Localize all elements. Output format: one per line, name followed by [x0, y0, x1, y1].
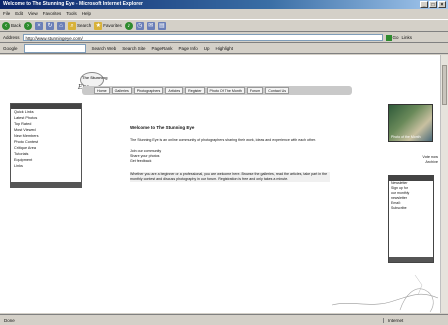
newsletter-footer [389, 257, 433, 262]
go-label: Go [392, 35, 399, 40]
back-label: Back [11, 23, 22, 28]
window-controls: _ □ × [420, 1, 446, 8]
nav-home[interactable]: Home [94, 87, 110, 94]
media-icon: ♪ [124, 21, 133, 30]
menu-edit[interactable]: Edit [15, 10, 23, 18]
search-label: Search [77, 23, 92, 28]
back-button[interactable]: ‹ Back [2, 21, 22, 30]
go-button[interactable]: Go [385, 34, 399, 41]
minimize-button[interactable]: _ [420, 1, 428, 8]
home-icon: ⌂ [57, 21, 66, 30]
nav-contact[interactable]: Contact Us [265, 87, 290, 94]
google-toolbar: Google Search Web Search Site PageRank P… [0, 44, 448, 54]
nav-articles[interactable]: Articles [165, 87, 184, 94]
google-search-web[interactable]: Search Web [92, 46, 117, 51]
links-label[interactable]: Links [402, 35, 413, 40]
home-button[interactable]: ⌂ [57, 21, 66, 30]
address-bar: Address http://www.stunningeye.com/ Go L… [0, 33, 448, 43]
sidebar-item[interactable]: Links [11, 163, 81, 169]
forward-arrow-icon: › [24, 21, 33, 30]
nav-galleries[interactable]: Galleries [111, 87, 132, 94]
mail-button[interactable]: ✉ [146, 21, 155, 30]
print-icon: ▤ [157, 21, 166, 30]
google-search-site[interactable]: Search Site [122, 46, 145, 51]
newsletter-box: Newsletter Sign up for our monthly newsl… [388, 175, 434, 263]
right-links: Vote now Archive [410, 155, 438, 165]
site-nav: Home Galleries Photographers Articles Re… [82, 86, 352, 95]
google-label: Google [3, 46, 18, 51]
menu-bar: File Edit View Favorites Tools Help [0, 10, 448, 18]
print-button[interactable]: ▤ [157, 21, 166, 30]
sidebar-footer [11, 182, 81, 187]
search-icon: ⌕ [68, 21, 77, 30]
menu-file[interactable]: File [3, 10, 10, 18]
forward-button[interactable]: › [24, 21, 33, 30]
photo-of-month-image[interactable]: Photo of the Month [388, 104, 433, 142]
menu-tools[interactable]: Tools [66, 10, 77, 18]
intro-paragraph: The Stunning Eye is an online community … [130, 138, 316, 142]
body-paragraph: Whether you are a beginner or a professi… [130, 172, 330, 182]
menu-help[interactable]: Help [82, 10, 91, 18]
back-arrow-icon: ‹ [2, 21, 10, 30]
address-label: Address [3, 35, 20, 40]
star-icon: ★ [94, 21, 103, 30]
page-viewport: The Stunning Eye Home Galleries Photogra… [0, 55, 440, 313]
stop-icon: × [35, 21, 44, 30]
decorative-sketch [331, 274, 439, 313]
search-button[interactable]: ⌕ Search [68, 21, 92, 30]
google-highlight[interactable]: Highlight [216, 46, 234, 51]
media-button[interactable]: ♪ [124, 21, 133, 30]
go-arrow-icon [385, 34, 392, 41]
address-input[interactable]: http://www.stunningeye.com/ [22, 34, 383, 41]
newsletter-subscribe[interactable]: Subscribe [389, 206, 433, 211]
mail-icon: ✉ [146, 21, 155, 30]
google-page-info[interactable]: Page Info [178, 46, 197, 51]
page-heading: Welcome to The Stunning Eye [130, 125, 195, 130]
nav-register[interactable]: Register [185, 87, 205, 94]
menu-favorites[interactable]: Favorites [43, 10, 62, 18]
nav-photo-of-month[interactable]: Photo Of The Month [206, 87, 245, 94]
nav-photographers[interactable]: Photographers [133, 87, 164, 94]
scrollbar-thumb[interactable] [442, 65, 447, 105]
close-button[interactable]: × [438, 1, 446, 8]
history-button[interactable]: ◷ [135, 21, 144, 30]
google-up[interactable]: Up [204, 46, 210, 51]
list-item: Get feedback [130, 159, 152, 163]
feature-list: Join our community Share your photos Get… [130, 149, 330, 164]
status-text: Done [4, 317, 15, 323]
title-bar: Welcome to The Stunning Eye - Microsoft … [0, 0, 448, 9]
archive-link[interactable]: Archive [410, 160, 438, 165]
left-sidebar: Quick Links Latest Photos Top Rated Most… [10, 103, 82, 188]
google-pagerank[interactable]: PageRank [151, 46, 172, 51]
favorites-button[interactable]: ★ Favorites [94, 21, 122, 30]
main-content: Welcome to The Stunning Eye The Stunning… [130, 125, 330, 188]
stop-button[interactable]: × [35, 21, 44, 30]
nav-forum[interactable]: Forum [246, 87, 264, 94]
history-icon: ◷ [135, 21, 144, 30]
image-caption: Photo of the Month [391, 135, 421, 139]
vertical-scrollbar[interactable] [440, 55, 448, 313]
refresh-button[interactable]: ↻ [46, 21, 55, 30]
status-zone: Internet [383, 317, 448, 323]
browser-window: Welcome to The Stunning Eye - Microsoft … [0, 0, 448, 325]
refresh-icon: ↻ [46, 21, 55, 30]
standard-toolbar: ‹ Back › × ↻ ⌂ ⌕ Search ★ Favorites ♪ ◷ [0, 19, 448, 32]
maximize-button[interactable]: □ [429, 1, 437, 8]
favorites-label: Favorites [103, 23, 122, 28]
window-title: Welcome to The Stunning Eye - Microsoft … [3, 1, 143, 7]
logo-text: The Stunning [82, 75, 108, 80]
menu-view[interactable]: View [28, 10, 38, 18]
google-search-input[interactable] [23, 44, 86, 53]
status-bar: Done Internet [0, 314, 448, 325]
